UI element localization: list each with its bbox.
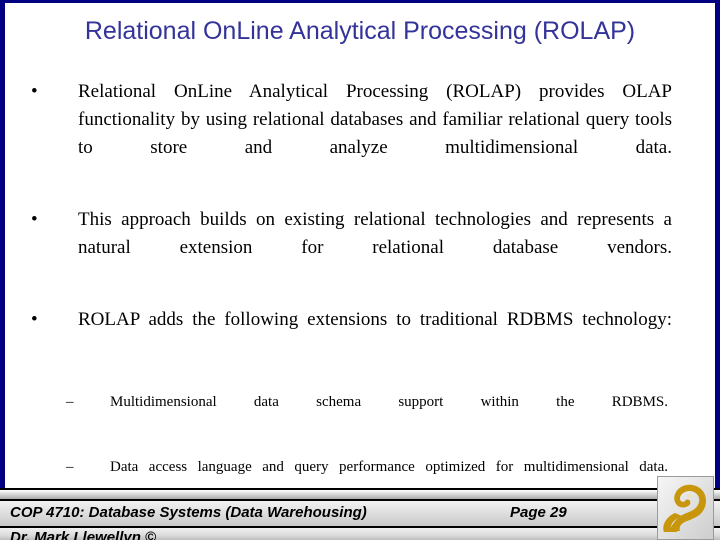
bullet-text: Relational OnLine Analytical Processing … [78,81,672,158]
sub-bullet-text: Multidimensional data schema support wit… [110,394,668,410]
slide-body: • Relational OnLine Analytical Processin… [0,78,720,540]
bullet-item: • This approach builds on existing relat… [0,206,720,290]
bullet-text: This approach builds on existing relatio… [78,209,672,258]
bullet-marker-icon: • [31,81,38,102]
bullet-marker-icon: • [31,309,38,330]
footer-band-thin [0,490,720,499]
dash-marker-icon: – [66,459,74,475]
footer-author-label: Dr. Mark Llewellyn © [10,529,157,540]
pegasus-icon [663,484,706,532]
title-area: Relational OnLine Analytical Processing … [5,16,715,46]
slide: Relational OnLine Analytical Processing … [0,0,720,540]
ucf-pegasus-logo [657,476,714,540]
bullet-item: • ROLAP adds the following extensions to… [0,306,720,362]
slide-border-top [0,0,720,3]
sub-bullet-item: – Multidimensional data schema support w… [0,390,720,438]
dash-marker-icon: – [66,394,74,410]
footer-course-label: COP 4710: Database Systems (Data Warehou… [10,504,367,521]
footer-page-number: Page 29 [510,504,567,521]
bullet-item: • Relational OnLine Analytical Processin… [0,78,720,190]
slide-footer: COP 4710: Database Systems (Data Warehou… [0,488,720,540]
bullet-marker-icon: • [31,209,38,230]
page-title: Relational OnLine Analytical Processing … [84,17,636,45]
bullet-text: ROLAP adds the following extensions to t… [78,309,672,330]
